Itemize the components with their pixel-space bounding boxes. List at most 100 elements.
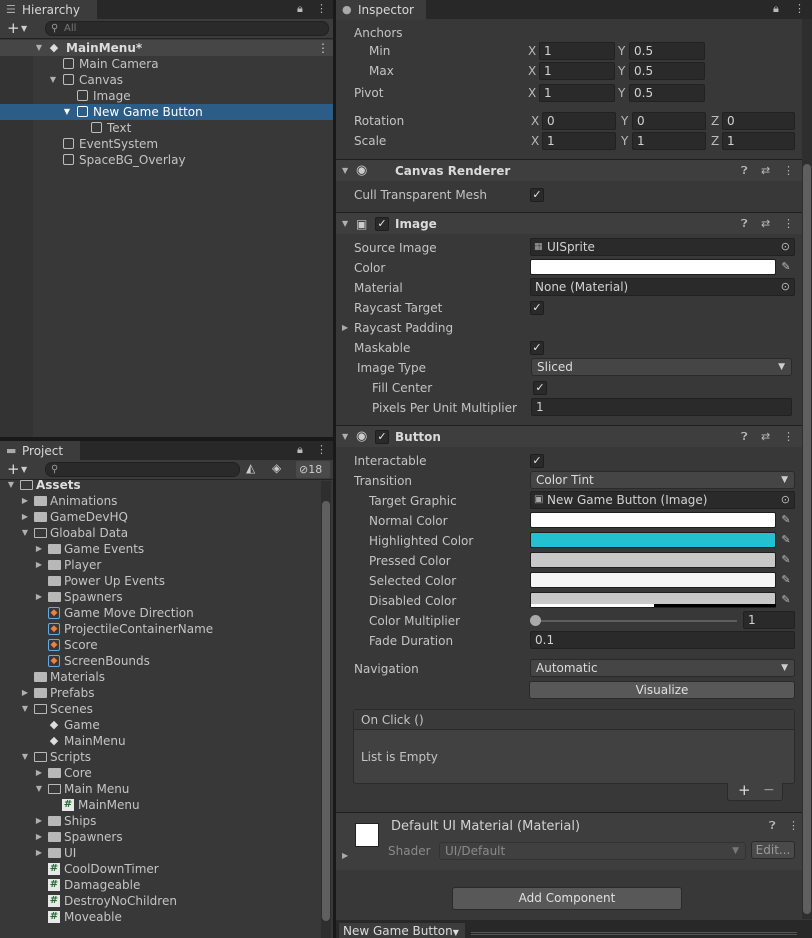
project-item[interactable]: ◆ Game Move Direction	[0, 605, 320, 621]
image-component-header[interactable]: ▼ ▣ ✓ Image ❓︎ ⇄ ⋮	[336, 212, 802, 234]
project-item[interactable]: ◆ Score	[0, 637, 320, 653]
eyedropper-icon[interactable]: ✎	[779, 573, 793, 587]
collapse-arrow-icon[interactable]: ▼	[342, 160, 348, 182]
expand-arrow-icon[interactable]: ▶	[34, 557, 44, 573]
presets-icon[interactable]: ⇄	[761, 160, 770, 182]
hierarchy-item[interactable]: Image	[0, 88, 333, 104]
project-item[interactable]: ▼ Assets	[0, 477, 320, 493]
image-color-swatch[interactable]	[530, 259, 776, 275]
presets-icon[interactable]: ⇄	[761, 213, 770, 235]
project-item[interactable]: Materials	[0, 669, 320, 685]
project-item[interactable]: ▼ Scripts	[0, 749, 320, 765]
eyedropper-icon[interactable]: ✎	[779, 260, 793, 274]
component-menu-icon[interactable]: ⋮	[783, 213, 794, 235]
project-item[interactable]: ▶ UI	[0, 845, 320, 861]
lock-icon[interactable]: 🔒︎	[297, 443, 303, 457]
project-item[interactable]: # DestroyNoChildren	[0, 893, 320, 909]
normal-color-swatch[interactable]	[530, 512, 776, 528]
project-item[interactable]: ▼ Main Menu	[0, 781, 320, 797]
pressed-color-swatch[interactable]	[530, 552, 776, 568]
eyedropper-icon[interactable]: ✎	[779, 533, 793, 547]
expand-arrow-icon[interactable]: ▼	[20, 749, 30, 765]
project-search-input[interactable]: ⚲	[45, 462, 240, 477]
expand-arrow-icon[interactable]: ▶	[34, 765, 44, 781]
pivot-x-field[interactable]: 1	[539, 84, 615, 102]
color-multiplier-field[interactable]: 1	[743, 611, 795, 629]
project-item[interactable]: # Moveable	[0, 909, 320, 925]
expand-arrow-icon[interactable]: ▼	[62, 104, 72, 120]
remove-listener-button[interactable]: −	[763, 782, 775, 798]
object-picker-icon[interactable]: ⊙	[781, 492, 790, 508]
expand-arrow-icon[interactable]: ▶	[34, 589, 44, 605]
project-item[interactable]: ▶ Game Events	[0, 541, 320, 557]
project-item[interactable]: # CoolDownTimer	[0, 861, 320, 877]
visualize-button[interactable]: Visualize	[529, 681, 795, 699]
button-component-header[interactable]: ▼ ◉ ✓ Button ❓︎ ⇄ ⋮	[336, 425, 802, 447]
raycast-padding-label[interactable]: Raycast Padding	[354, 319, 453, 337]
expand-arrow-icon[interactable]: ▶	[20, 685, 30, 701]
hierarchy-item[interactable]: Main Camera	[0, 56, 333, 72]
hierarchy-item[interactable]: Text	[0, 120, 333, 136]
tab-project[interactable]: ▬ Project	[0, 441, 80, 461]
maskable-checkbox[interactable]: ✓	[530, 341, 544, 355]
project-item[interactable]: # MainMenu	[0, 797, 320, 813]
canvas-renderer-header[interactable]: ▼ ◉ Canvas Renderer ❓︎ ⇄ ⋮	[336, 159, 802, 181]
project-item[interactable]: ▶ GameDevHQ	[0, 509, 320, 525]
add-create-icon[interactable]: +	[7, 19, 20, 37]
inspector-scrollbar[interactable]	[802, 19, 812, 919]
expand-arrow-icon[interactable]: ▼	[34, 40, 44, 56]
project-item[interactable]: ▶ Spawners	[0, 589, 320, 605]
hierarchy-item-scene[interactable]: ▼ ◆ MainMenu* ⋮	[0, 40, 333, 56]
target-graphic-field[interactable]: ▣ New Game Button (Image) ⊙	[530, 491, 795, 509]
kebab-menu-icon[interactable]: ⋮	[316, 2, 327, 16]
project-item[interactable]: ▼ Scenes	[0, 701, 320, 717]
expand-arrow-icon[interactable]: ▼	[6, 477, 16, 493]
expand-arrow-icon[interactable]: ▼	[20, 701, 30, 717]
expand-arrow-icon[interactable]: ▶	[34, 845, 44, 861]
project-item[interactable]: ◆ MainMenu	[0, 733, 320, 749]
lock-icon[interactable]: 🔒︎	[297, 2, 303, 16]
tab-inspector[interactable]: ● Inspector	[336, 0, 426, 20]
expand-arrow-icon[interactable]: ▶	[20, 509, 30, 525]
rotation-x-field[interactable]: 0	[542, 112, 616, 130]
scale-z-field[interactable]: 1	[722, 132, 795, 150]
project-item[interactable]: ▶ Animations	[0, 493, 320, 509]
project-item[interactable]: ▼ Gloabal Data	[0, 525, 320, 541]
material-field[interactable]: None (Material) ⊙	[530, 278, 795, 296]
expand-arrow-icon[interactable]: ▼	[20, 525, 30, 541]
lock-icon[interactable]: 🔒︎	[773, 2, 779, 16]
anchor-min-x-field[interactable]: 1	[539, 42, 615, 60]
expand-arrow-icon[interactable]: ▶	[342, 320, 348, 336]
source-image-field[interactable]: ▦ UISprite ⊙	[530, 238, 795, 256]
shader-dropdown[interactable]: UI/Default ▼	[439, 842, 746, 860]
edit-shader-button[interactable]: Edit...	[751, 841, 795, 859]
expand-arrow-icon[interactable]: ▼	[48, 72, 58, 88]
project-item[interactable]: ▶ Ships	[0, 813, 320, 829]
cull-transparent-mesh-checkbox[interactable]: ✓	[530, 188, 544, 202]
object-picker-icon[interactable]: ⊙	[781, 239, 790, 255]
kebab-menu-icon[interactable]: ⋮	[316, 443, 327, 457]
color-multiplier-slider-thumb[interactable]	[530, 615, 541, 626]
image-enabled-checkbox[interactable]: ✓	[375, 217, 389, 231]
bottom-tab[interactable]: New Game Button▼	[339, 923, 465, 938]
kebab-menu-icon[interactable]: ⋮	[794, 2, 805, 16]
filter-by-label-icon[interactable]: ◈	[272, 461, 281, 475]
hierarchy-item[interactable]: EventSystem	[0, 136, 333, 152]
expand-arrow-icon[interactable]: ▶	[34, 813, 44, 829]
project-item[interactable]: ◆ ProjectileContainerName	[0, 621, 320, 637]
help-icon[interactable]: ❓︎	[741, 160, 748, 182]
scene-menu-icon[interactable]: ⋮	[317, 40, 329, 56]
hidden-packages-toggle[interactable]: ⊘18	[296, 461, 330, 478]
scale-y-field[interactable]: 1	[632, 132, 706, 150]
chevron-down-icon[interactable]: ▼	[21, 19, 27, 39]
project-item[interactable]: ▶ Player	[0, 557, 320, 573]
help-icon[interactable]: ❓︎	[769, 815, 776, 837]
scrollbar-thumb[interactable]	[322, 501, 330, 921]
add-component-button[interactable]: Add Component	[452, 887, 682, 910]
selected-color-swatch[interactable]	[530, 572, 776, 588]
eyedropper-icon[interactable]: ✎	[779, 593, 793, 607]
expand-arrow-icon[interactable]: ▶	[34, 829, 44, 845]
hierarchy-item-selected[interactable]: ▼ New Game Button	[0, 104, 333, 120]
component-menu-icon[interactable]: ⋮	[788, 815, 799, 837]
rotation-z-field[interactable]: 0	[722, 112, 795, 130]
